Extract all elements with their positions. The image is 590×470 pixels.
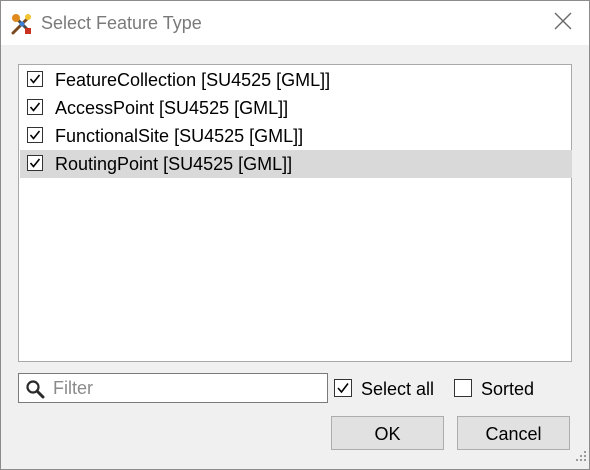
sorted-label: Sorted (481, 379, 535, 399)
select-all-checkbox[interactable]: Select all (334, 378, 454, 400)
select-feature-type-dialog: Select Feature Type FeatureCollection [S… (0, 0, 590, 470)
list-item-label: FeatureCollection [SU4525 [GML]] (55, 70, 331, 90)
resize-grip-icon[interactable] (575, 449, 587, 467)
sorted-box[interactable] (454, 379, 472, 397)
filter-field[interactable] (18, 373, 328, 403)
close-button[interactable] (543, 4, 583, 42)
list-item-label: FunctionalSite [SU4525 [GML]] (55, 126, 304, 146)
list-item[interactable]: FeatureCollection [SU4525 [GML]] (20, 66, 572, 94)
item-checkbox[interactable] (27, 71, 43, 87)
cancel-button[interactable]: Cancel (457, 416, 570, 450)
search-icon (25, 379, 45, 404)
item-checkbox[interactable] (27, 155, 43, 171)
item-checkbox[interactable] (27, 127, 43, 143)
ok-button[interactable]: OK (331, 416, 444, 450)
feature-type-list[interactable]: FeatureCollection [SU4525 [GML]] AccessP… (18, 64, 572, 362)
list-item[interactable]: FunctionalSite [SU4525 [GML]] (20, 122, 572, 150)
item-checkbox[interactable] (27, 99, 43, 115)
select-all-box[interactable] (334, 379, 352, 397)
list-item-label: AccessPoint [SU4525 [GML]] (55, 98, 289, 118)
title-bar[interactable]: Select Feature Type (1, 1, 589, 45)
list-item-label: RoutingPoint [SU4525 [GML]] (55, 154, 293, 174)
close-icon (554, 12, 572, 35)
dialog-title: Select Feature Type (41, 13, 202, 33)
select-all-label: Select all (361, 379, 435, 399)
list-item[interactable]: AccessPoint [SU4525 [GML]] (20, 94, 572, 122)
sorted-checkbox[interactable]: Sorted (454, 378, 554, 400)
fme-workbench-icon (9, 11, 35, 37)
filter-input[interactable] (53, 376, 321, 400)
list-item-selected[interactable]: RoutingPoint [SU4525 [GML]] (20, 150, 572, 178)
